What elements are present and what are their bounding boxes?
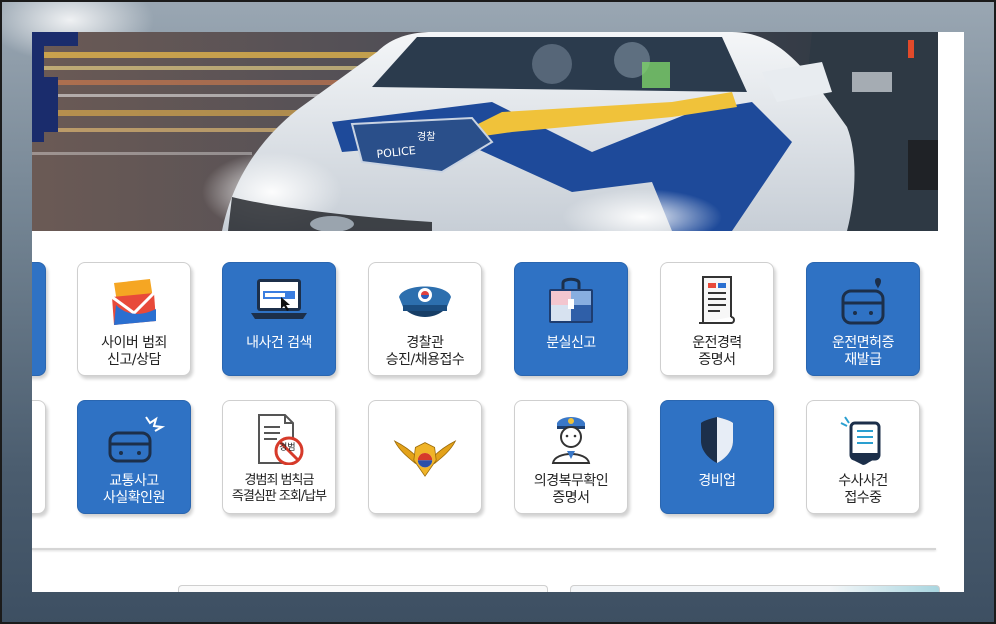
tile-cyber-crime-report[interactable]: 사이버 범죄 신고/상담: [77, 262, 191, 376]
tile-minor-offense-fine[interactable]: 경범 경범죄 범칙금 즉결심판 조회/납부: [222, 400, 336, 514]
tile-label-line2: 접수중: [844, 490, 882, 506]
tile-police-emblem[interactable]: [368, 400, 482, 514]
shield-icon: [685, 411, 749, 467]
banner-image: POLICE 경찰: [32, 32, 938, 231]
tile-partial-left-bottom[interactable]: [32, 400, 46, 514]
tile-lost-report[interactable]: 분실신고: [514, 262, 628, 376]
tile-label-line2: 증명서: [698, 352, 736, 368]
tile-label-line2: 즉결심판 조회/납부: [231, 489, 327, 504]
tile-label-line1: 운전경력: [692, 335, 742, 351]
tile-traffic-accident-cert[interactable]: 교통사고 사실확인원: [77, 400, 191, 514]
tile-partial-left-top[interactable]: [32, 262, 46, 376]
tile-label-line2: 증명서: [552, 490, 590, 506]
case-document-icon: [831, 411, 895, 467]
banner-police-text-ko: 경찰: [417, 130, 435, 143]
laptop-search-icon: [247, 273, 311, 329]
section-divider: [32, 548, 936, 550]
tile-label-line2: 승진/채용접수: [385, 352, 465, 368]
bottom-panel-right: [570, 585, 940, 592]
tile-label-line1: 사이버 범죄: [101, 335, 167, 351]
tile-label-line1: 경찰관: [406, 335, 444, 351]
tile-label-line2: 신고/상담: [107, 352, 161, 368]
tile-case-receipt[interactable]: 수사사건 접수중: [806, 400, 920, 514]
cyber-envelope-icon: [102, 273, 166, 329]
police-cap-icon: [393, 273, 457, 329]
tile-conscript-service-cert[interactable]: 의경복무확인 증명서: [514, 400, 628, 514]
tile-label-line2: 사실확인원: [103, 490, 165, 506]
tile-label-line1: 경범죄 범칙금: [244, 473, 315, 488]
police-car-banner: POLICE 경찰: [32, 32, 938, 231]
tile-security-business[interactable]: 경비업: [660, 400, 774, 514]
officer-avatar-icon: [539, 411, 603, 467]
main-page: POLICE 경찰 사이버 범죄 신고/상담 내사건 검색 경찰관 승진/채용접…: [32, 32, 964, 592]
tile-driving-record-cert[interactable]: 운전경력 증명서: [660, 262, 774, 376]
tile-police-recruitment[interactable]: 경찰관 승진/채용접수: [368, 262, 482, 376]
tile-label-line1: 수사사건: [838, 473, 888, 489]
tile-my-case-search[interactable]: 내사건 검색: [222, 262, 336, 376]
tile-label-line1: 분실신고: [546, 335, 596, 351]
banner-right-gap: [938, 32, 964, 231]
police-emblem-icon: [393, 425, 457, 489]
car-crash-icon: [102, 411, 166, 467]
tile-license-reissue[interactable]: 운전면허증 재발급: [806, 262, 920, 376]
bottom-panel-left: [178, 585, 548, 592]
tile-label-line1: 내사건 검색: [246, 335, 312, 351]
tile-label-line1: 경비업: [698, 473, 736, 489]
tile-label-line1: 의경복무확인: [533, 473, 609, 489]
lost-bag-icon: [539, 273, 603, 329]
fine-stamp-text: 경범: [279, 441, 296, 453]
fine-document-icon: 경범: [247, 411, 311, 467]
license-card-icon: [831, 273, 895, 329]
tile-label-line1: 교통사고: [109, 473, 159, 489]
tile-label-line1: 운전면허증: [832, 335, 894, 351]
tile-label-line2: 재발급: [844, 352, 882, 368]
document-scroll-icon: [685, 273, 749, 329]
